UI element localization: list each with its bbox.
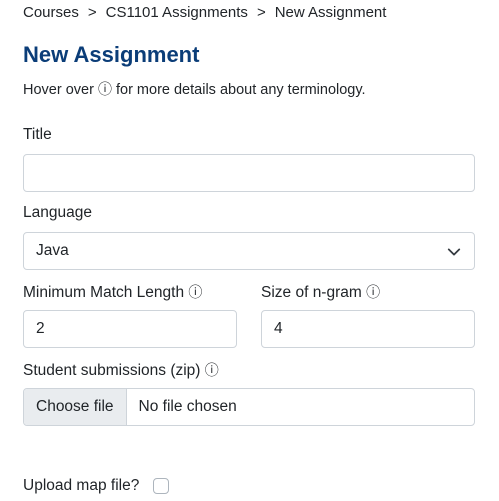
page-title: New Assignment <box>23 42 200 67</box>
breadcrumb: Courses > CS1101 Assignments > New Assig… <box>23 4 386 21</box>
upload-map-checkbox[interactable] <box>153 478 170 494</box>
ngram-input[interactable] <box>261 310 475 348</box>
language-selected-value: Java <box>36 242 69 259</box>
info-icon: ⓘ <box>97 81 112 97</box>
title-input[interactable] <box>23 154 475 192</box>
language-label: Language <box>23 204 92 221</box>
file-status: No file chosen <box>138 398 237 415</box>
breadcrumb-separator: > <box>87 4 97 21</box>
min-match-label: Minimum Match Length ⓘ <box>23 282 202 302</box>
breadcrumb-separator: > <box>256 4 266 21</box>
breadcrumb-current: New Assignment <box>274 4 387 21</box>
info-icon[interactable]: ⓘ <box>366 282 380 302</box>
breadcrumb-courses[interactable]: Courses <box>23 4 79 21</box>
min-match-label-text: Minimum Match Length <box>23 284 185 301</box>
chevron-down-icon <box>447 248 461 256</box>
submissions-label-text: Student submissions (zip) <box>23 362 201 379</box>
upload-map-label: Upload map file? <box>23 477 140 494</box>
upload-map-row: Upload map file? <box>23 477 170 495</box>
choose-file-button[interactable]: Choose file <box>24 389 127 425</box>
language-select[interactable]: Java <box>23 232 475 270</box>
new-assignment-page: Courses > CS1101 Assignments > New Assig… <box>0 0 499 501</box>
info-icon[interactable]: ⓘ <box>188 282 202 302</box>
terminology-hint: Hover over ⓘ for more details about any … <box>23 79 366 99</box>
title-label: Title <box>23 126 52 143</box>
info-icon[interactable]: ⓘ <box>205 360 219 380</box>
hint-text-start: Hover over <box>23 82 98 98</box>
min-match-input[interactable] <box>23 310 237 348</box>
ngram-label: Size of n-gram ⓘ <box>261 282 380 302</box>
ngram-label-text: Size of n-gram <box>261 284 362 301</box>
submissions-label: Student submissions (zip) ⓘ <box>23 360 219 380</box>
breadcrumb-assignments[interactable]: CS1101 Assignments <box>106 4 248 21</box>
submissions-file-input[interactable]: Choose file No file chosen <box>23 388 475 426</box>
hint-text-end: for more details about any terminology. <box>111 82 366 98</box>
